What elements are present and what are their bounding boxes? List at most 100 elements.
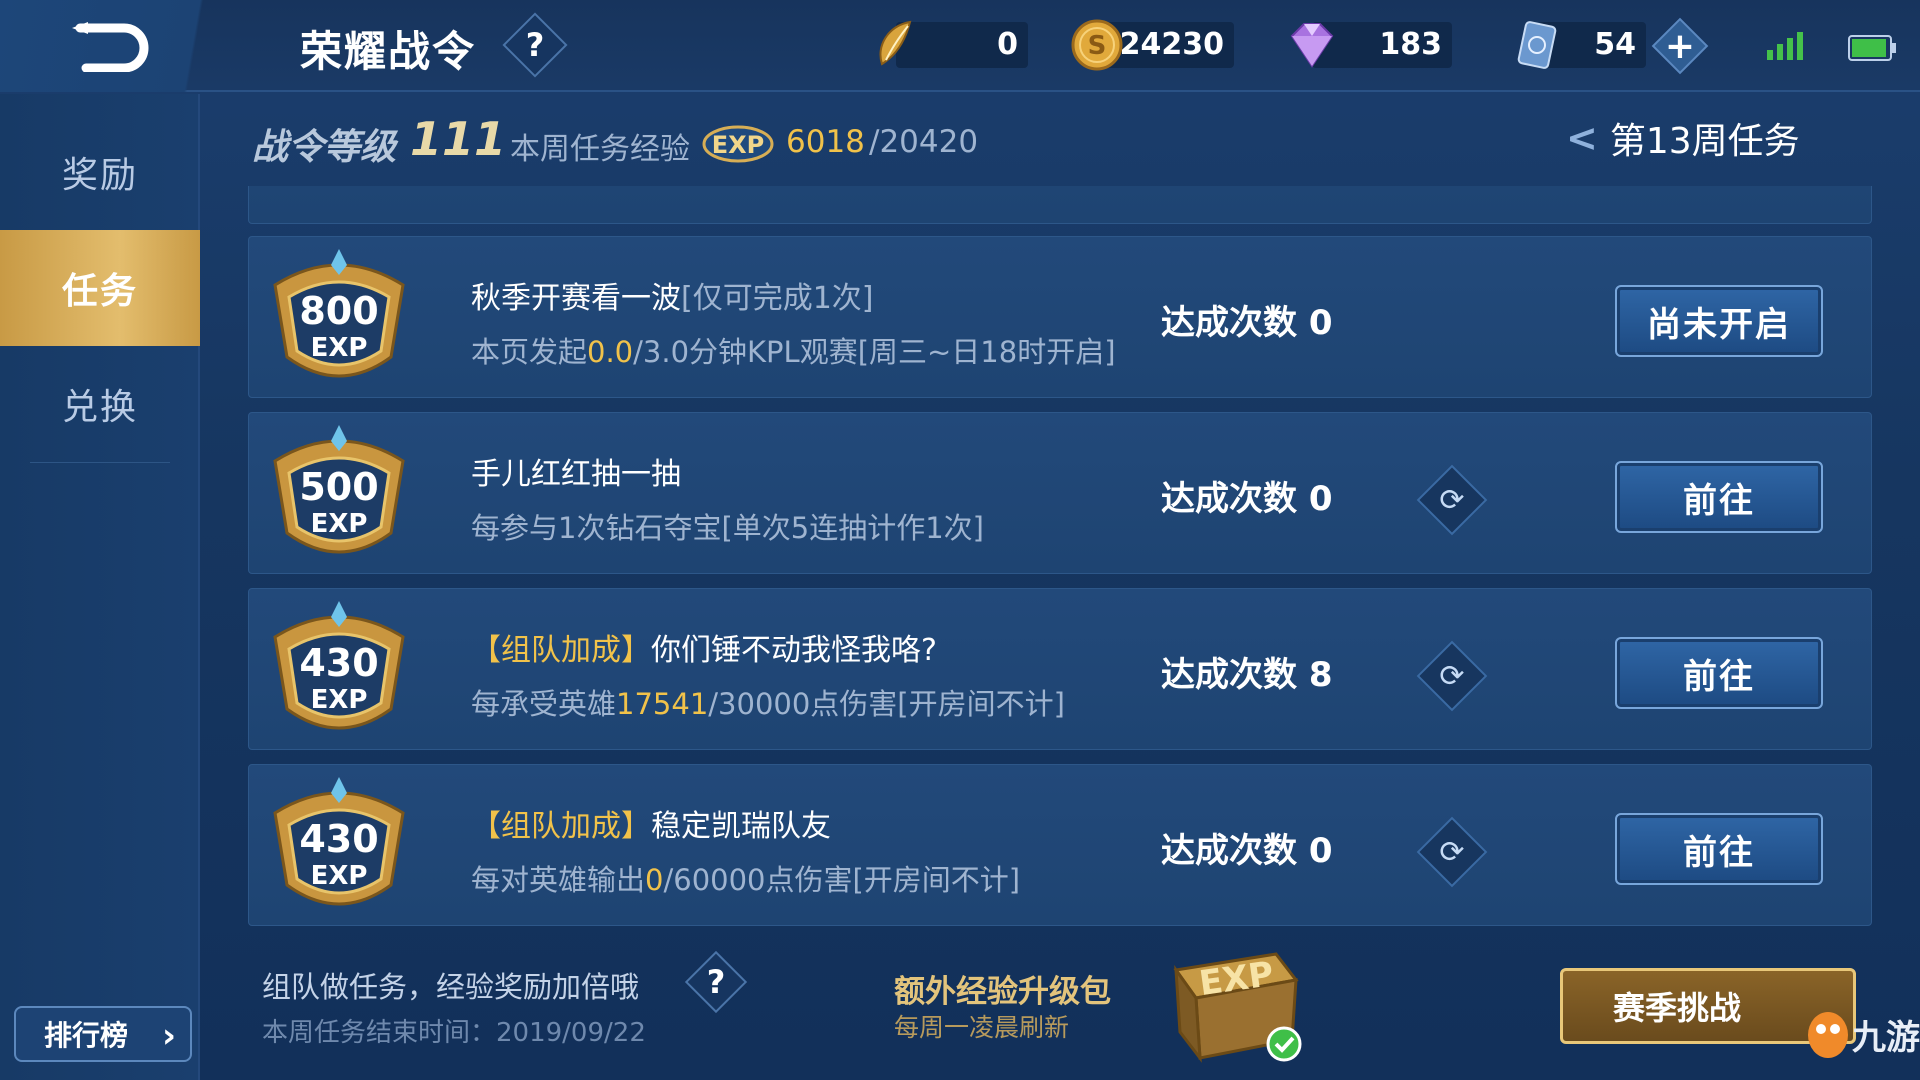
watermark-logo-icon — [1808, 1011, 1848, 1058]
count-label: 达成次数 — [1161, 831, 1297, 871]
refresh-button[interactable]: ⟳ — [1416, 640, 1488, 712]
task-name: 稳定凯瑞队友 — [651, 809, 831, 844]
week-end-time: 本周任务结束时间：2019/09/22 — [262, 1018, 646, 1048]
completion-count: 达成次数 0 — [1161, 295, 1333, 344]
desc-prefix: 每参与1次钻石夺宝[单次5连抽计作1次] — [471, 511, 984, 545]
footer-help-button[interactable]: ? — [684, 950, 748, 1014]
count-label: 达成次数 — [1161, 303, 1297, 343]
desc-prefix: 每承受英雄 — [471, 687, 617, 721]
page-title: 荣耀战令 — [300, 27, 477, 76]
question-icon: ? — [706, 963, 726, 1001]
completion-count: 达成次数 8 — [1161, 647, 1333, 696]
completion-count: 达成次数 0 — [1161, 823, 1333, 872]
sidebar-item-tasks[interactable]: 任务 — [0, 230, 200, 346]
refresh-icon: ⟳ — [1439, 482, 1465, 518]
exp-unit: EXP — [310, 685, 368, 715]
task-card: 800 EXP 秋季开赛看一波[仅可完成1次] 本页发起0.0/3.0分钟KPL… — [248, 236, 1872, 398]
desc-suffix: /3.0分钟KPL观赛[周三~日18时开启] — [633, 335, 1116, 369]
help-button[interactable]: ? — [502, 12, 568, 78]
weekly-exp-current: 6018 — [786, 124, 865, 160]
desc-progress: 17541 — [616, 687, 709, 721]
desc-suffix: /60000点伤害[开房间不计] — [663, 863, 1021, 897]
exp-chest-icon[interactable]: EXP — [1156, 940, 1312, 1066]
currency-token: 0 — [879, 20, 1028, 68]
exp-value: 430 — [299, 817, 379, 861]
currency-diamond: 183 — [1290, 22, 1452, 68]
desc-prefix: 本页发起 — [471, 335, 588, 369]
sidebar-divider — [30, 462, 170, 463]
count-value: 0 — [1308, 303, 1333, 343]
desc-suffix: /30000点伤害[开房间不计] — [708, 687, 1065, 721]
exp-value: 800 — [299, 289, 379, 333]
task-title: 【组队加成】你们锤不动我怪我咯? — [471, 625, 937, 669]
weekly-exp-label: 本周任务经验 — [510, 132, 690, 167]
week-label: 第13周任务 — [1609, 121, 1800, 162]
task-note: [仅可完成1次] — [681, 281, 874, 316]
exp-icon: EXP — [702, 125, 774, 163]
desc-progress: 0.0 — [587, 335, 634, 369]
task-name: 秋季开赛看一波 — [471, 281, 681, 316]
exp-unit: EXP — [310, 333, 368, 363]
refresh-icon: ⟳ — [1439, 658, 1465, 694]
exp-package-title: 额外经验升级包 — [894, 974, 1111, 1010]
sidebar-item-exchange[interactable]: 兑换 — [0, 346, 200, 462]
back-button[interactable] — [0, 0, 270, 92]
task-card: 500 EXP 手儿红红抽一抽 每参与1次钻石夺宝[单次5连抽计作1次] 达成次… — [248, 412, 1872, 574]
go-button[interactable]: 前往 — [1615, 637, 1823, 709]
pass-level-label: 战令等级 — [252, 127, 397, 168]
task-card-partial — [248, 186, 1872, 224]
not-open-button[interactable]: 尚未开启 — [1615, 285, 1823, 357]
task-list[interactable]: 800 EXP 秋季开赛看一波[仅可完成1次] 本页发起0.0/3.0分钟KPL… — [248, 186, 1872, 932]
count-value: 0 — [1308, 479, 1333, 519]
exp-unit: EXP — [310, 509, 368, 539]
task-description: 每对英雄输出0/60000点伤害[开房间不计] — [471, 857, 1020, 899]
task-name: 手儿红红抽一抽 — [471, 457, 681, 492]
top-bar: 荣耀战令 ? 0 S 24230 183 54 + — [0, 0, 1920, 92]
gold-count: 24230 — [1119, 27, 1224, 62]
exp-value: 500 — [299, 465, 379, 509]
team-bonus-tag: 【组队加成】 — [471, 633, 651, 668]
task-description: 每参与1次钻石夺宝[单次5连抽计作1次] — [471, 505, 984, 547]
chevron-left-icon: < — [1566, 116, 1598, 160]
exp-package-subtitle: 每周一凌晨刷新 — [894, 1013, 1070, 1042]
go-button[interactable]: 前往 — [1615, 813, 1823, 885]
battery-icon — [1848, 35, 1896, 61]
svg-text:S: S — [1088, 31, 1107, 61]
go-button[interactable]: 前往 — [1615, 461, 1823, 533]
watermark-text: 九游 — [1852, 1018, 1920, 1058]
exp-unit: EXP — [310, 861, 368, 891]
sidebar-item-rewards[interactable]: 奖励 — [0, 114, 200, 230]
add-currency-button[interactable]: + — [1651, 17, 1709, 75]
currency-ticket: 54 — [1517, 21, 1646, 69]
team-tip: 组队做任务，经验奖励加倍哦 — [262, 970, 640, 1004]
diamond-count: 183 — [1379, 27, 1442, 62]
chevron-right-icon: › — [161, 1016, 176, 1056]
task-description: 本页发起0.0/3.0分钟KPL观赛[周三~日18时开启] — [471, 329, 1116, 371]
diamond-icon — [1290, 23, 1334, 68]
task-card: 430 EXP 【组队加成】稳定凯瑞队友 每对英雄输出0/60000点伤害[开房… — [248, 764, 1872, 926]
week-selector[interactable]: < 第13周任务 — [1566, 112, 1800, 164]
ranking-button[interactable]: 排行榜 › — [14, 1006, 192, 1062]
sidebar: 奖励 任务 兑换 — [0, 94, 200, 1080]
task-name: 你们锤不动我怪我咯? — [651, 633, 937, 668]
back-arrow-icon — [72, 22, 149, 72]
ranking-label: 排行榜 — [44, 1019, 129, 1052]
desc-progress: 0 — [645, 863, 664, 897]
count-value: 8 — [1308, 655, 1333, 695]
exp-value: 430 — [299, 641, 379, 685]
task-description: 每承受英雄17541/30000点伤害[开房间不计] — [471, 681, 1065, 723]
ticket-card-icon — [1517, 21, 1557, 69]
watermark: 九游 — [1808, 1010, 1920, 1059]
plus-icon: + — [1664, 25, 1696, 67]
gold-coin-icon: S — [1071, 19, 1123, 71]
count-label: 达成次数 — [1161, 479, 1297, 519]
count-label: 达成次数 — [1161, 655, 1297, 695]
question-icon: ? — [525, 26, 545, 64]
feather-token-icon — [879, 20, 912, 66]
currency-gold: S 24230 — [1071, 19, 1234, 71]
task-card: 430 EXP 【组队加成】你们锤不动我怪我咯? 每承受英雄17541/3000… — [248, 588, 1872, 750]
refresh-button[interactable]: ⟳ — [1416, 816, 1488, 888]
team-bonus-tag: 【组队加成】 — [471, 809, 651, 844]
count-value: 0 — [1308, 831, 1333, 871]
refresh-button[interactable]: ⟳ — [1416, 464, 1488, 536]
